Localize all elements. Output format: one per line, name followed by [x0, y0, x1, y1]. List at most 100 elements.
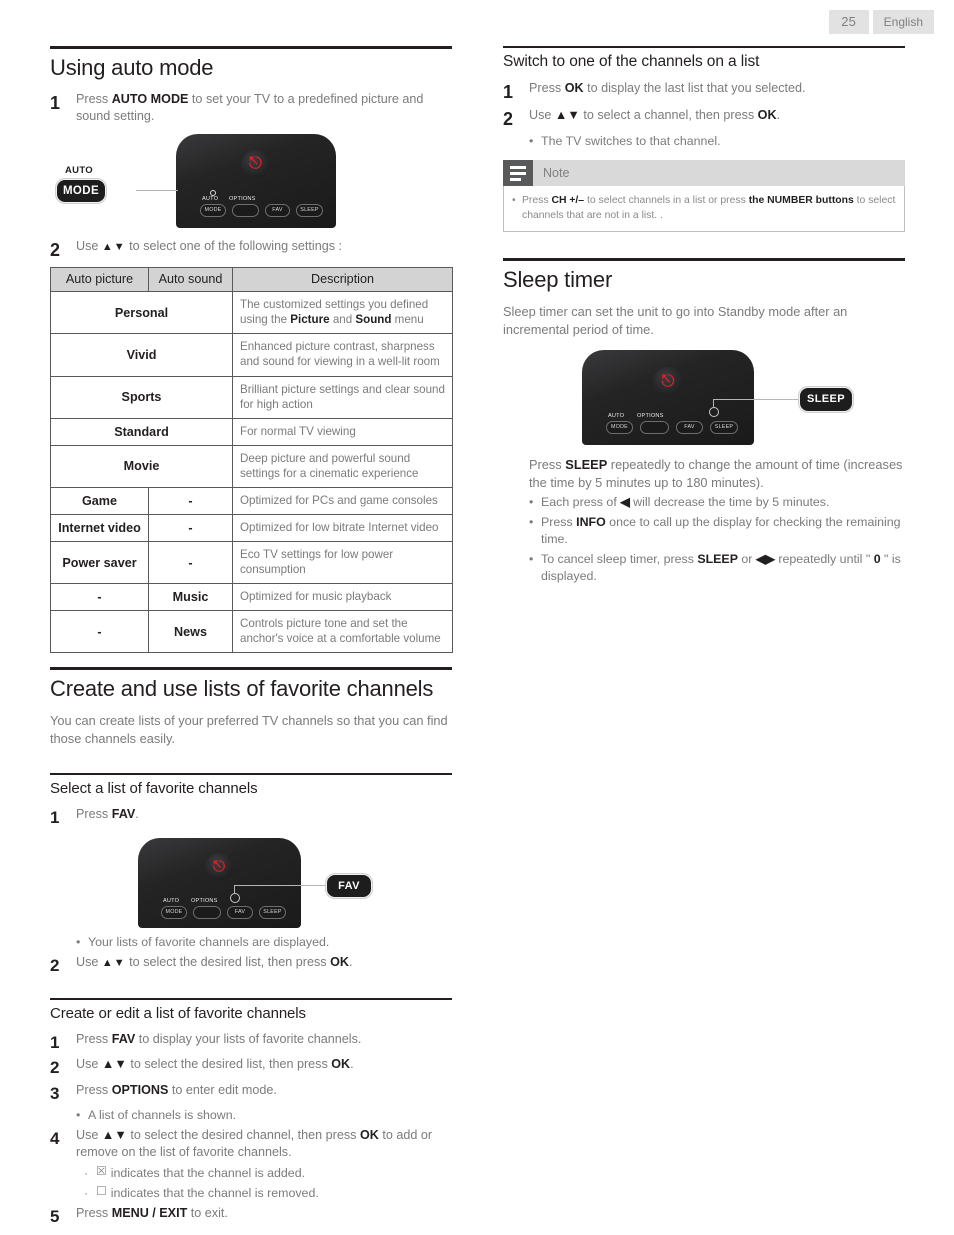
- step-text-post: .: [135, 806, 139, 821]
- favorites-intro-text: You can create lists of your preferred T…: [50, 713, 448, 747]
- step-text: Use ▲▼ to select the desired list, then …: [76, 1056, 452, 1073]
- options-button[interactable]: [640, 420, 669, 434]
- emphasis-text: Picture: [290, 313, 330, 327]
- step-number: 1: [50, 93, 61, 113]
- step-number: 2: [503, 108, 514, 129]
- emphasis-text: Sound: [355, 313, 392, 327]
- remote-button-row: MODE FAV SLEEP: [606, 420, 738, 434]
- cell-description: Optimized for music playback: [232, 583, 453, 612]
- step-number: 2: [50, 955, 60, 975]
- plain-text: Enhanced picture contrast, sharpness and…: [240, 340, 440, 369]
- cell-setting-name: Movie: [50, 444, 233, 488]
- sleep-button[interactable]: SLEEP: [710, 420, 738, 434]
- left-column: Using auto mode 1 Press AUTO MODE to set…: [50, 46, 453, 1230]
- plain-text: to select a channel, then press: [579, 107, 758, 122]
- table-row: Vivid Enhanced picture contrast, sharpnes…: [50, 333, 453, 377]
- bullet-lists-displayed: • Your lists of favorite channels are di…: [50, 934, 452, 951]
- cell-description: Deep picture and powerful sound settings…: [232, 444, 453, 488]
- bullet-dot-icon: •: [76, 1107, 81, 1122]
- subsection-rule: [503, 46, 905, 48]
- note-title: Note: [543, 166, 570, 181]
- plain-text: Optimized for PCs and game consoles: [240, 493, 438, 507]
- sleep-button[interactable]: SLEEP: [259, 905, 286, 919]
- fav-button[interactable]: FAV: [227, 905, 253, 919]
- step-text: Press FAV.: [76, 806, 452, 823]
- create-edit-steps: 1 Press FAV to display your lists of favo…: [50, 1031, 452, 1104]
- options-button-label: OPTIONS: [229, 195, 256, 202]
- emphasis-text: 0: [873, 552, 881, 567]
- step-text: Press MENU / EXIT to exit.: [76, 1205, 452, 1222]
- plain-text: Use: [76, 1128, 102, 1143]
- emphasis-text: OPTIONS: [111, 1082, 169, 1097]
- fav-button[interactable]: FAV: [265, 203, 290, 217]
- emphasis-text: MENU / EXIT: [111, 1206, 188, 1220]
- step-1-press-fav: 1 Press FAV.: [50, 806, 452, 828]
- step-item: 2 Use ▲▼ to select the desired list, then…: [50, 1056, 452, 1078]
- emphasis-text: SLEEP: [697, 552, 738, 567]
- step-text-bold: FAV: [111, 806, 136, 821]
- bullet-dot-icon: •: [529, 494, 534, 509]
- empty-box-icon: ☐: [96, 1183, 107, 1198]
- step-text: Use ▲▼ to select one of the following se…: [76, 238, 452, 255]
- plain-text: to exit.: [187, 1206, 228, 1220]
- remote-illustration-fav: ⎋ AUTO OPTIONS MODE FAV SLEEP FAV: [50, 837, 452, 932]
- plain-text: to select the desired list, then press: [126, 1057, 332, 1072]
- table-header-row: Auto picture Auto sound Description: [50, 267, 453, 293]
- bullet-text: indicates that the channel is removed.: [110, 1185, 319, 1200]
- section-title-favorites: Create and use lists of favorite channel…: [50, 676, 434, 702]
- power-button-icon: ⎋: [205, 852, 233, 881]
- section-title-sleep-timer: Sleep timer: [503, 267, 613, 293]
- plain-text: Deep picture and powerful sound settings…: [240, 451, 419, 480]
- step-text: Use ▲▼ to select the desired list, then …: [76, 954, 452, 971]
- step-text: Press FAV to display your lists of favor…: [76, 1031, 452, 1048]
- plain-text: Use: [76, 1057, 102, 1072]
- emphasis-text: SLEEP: [565, 456, 608, 472]
- cell-setting-name: Vivid: [50, 333, 233, 377]
- callout-label-auto: AUTO: [65, 164, 93, 176]
- bullet-channel-added: · ☒ indicates that the channel is added.: [50, 1165, 452, 1182]
- auto-mode-button[interactable]: MODE: [200, 203, 226, 217]
- bullet-dot-icon: •: [529, 134, 534, 148]
- fav-button[interactable]: FAV: [676, 420, 703, 434]
- plain-text: Brilliant picture settings and clear sou…: [240, 382, 445, 411]
- callout-ring: [709, 406, 719, 417]
- plain-text: .: [350, 1057, 354, 1072]
- step-number: 1: [50, 807, 60, 827]
- auto-mode-button[interactable]: MODE: [606, 420, 633, 434]
- step-text-mid: to select the desired list, then press: [125, 954, 331, 969]
- step-item: 3 Press OPTIONS to enter edit mode.: [50, 1082, 452, 1104]
- plain-text: and: [329, 313, 356, 327]
- emphasis-text: ◀: [620, 494, 630, 509]
- remote-button-row: MODE FAV SLEEP: [200, 203, 323, 217]
- options-button-label: OPTIONS: [191, 897, 218, 904]
- emphasis-text: CH +/–: [551, 195, 585, 207]
- plain-text: to display the last list that you select…: [583, 81, 806, 95]
- table-row: Movie Deep picture and powerful sound set…: [50, 444, 453, 488]
- plain-text: to enter edit mode.: [168, 1082, 277, 1097]
- emphasis-text: INFO: [576, 515, 606, 529]
- subsection-title-switch-channel: Switch to one of the channels on a list: [503, 53, 760, 70]
- updown-arrows-icon: ▲▼: [101, 956, 126, 969]
- options-button[interactable]: [232, 203, 259, 217]
- bullet-text: Press INFO once to call up the display f…: [541, 514, 905, 548]
- subsection-title-create-edit: Create or edit a list of favorite channe…: [50, 1005, 306, 1023]
- cell-description: For normal TV viewing: [232, 417, 453, 446]
- auto-mode-button[interactable]: MODE: [161, 905, 187, 919]
- bullet-list-of-channels: • A list of channels is shown.: [50, 1107, 452, 1124]
- step-2-select-setting: 2 Use ▲▼ to select one of the following …: [50, 238, 452, 262]
- cell-auto-sound: -: [148, 513, 233, 542]
- step-text-bold: AUTO MODE: [111, 92, 189, 106]
- checked-box-icon: ☒: [96, 1163, 107, 1178]
- bullet-dot-icon: •: [529, 552, 534, 567]
- plain-text: Eco TV settings for low power consumptio…: [240, 547, 394, 576]
- note-text: Press CH +/– to select channels in a lis…: [522, 193, 896, 223]
- plain-text: Press: [76, 1082, 112, 1097]
- sleep-button[interactable]: SLEEP: [296, 203, 323, 217]
- column-header-auto-picture: Auto picture: [50, 267, 149, 293]
- options-button[interactable]: [193, 905, 221, 919]
- page-number: 25: [828, 10, 869, 34]
- cell-description: Controls picture tone and set the anchor…: [232, 610, 453, 654]
- step-item: 1 Press OK to display the last list that …: [503, 80, 905, 104]
- bullet-dot-icon: •: [512, 195, 516, 207]
- callout-leader-line: [136, 189, 178, 192]
